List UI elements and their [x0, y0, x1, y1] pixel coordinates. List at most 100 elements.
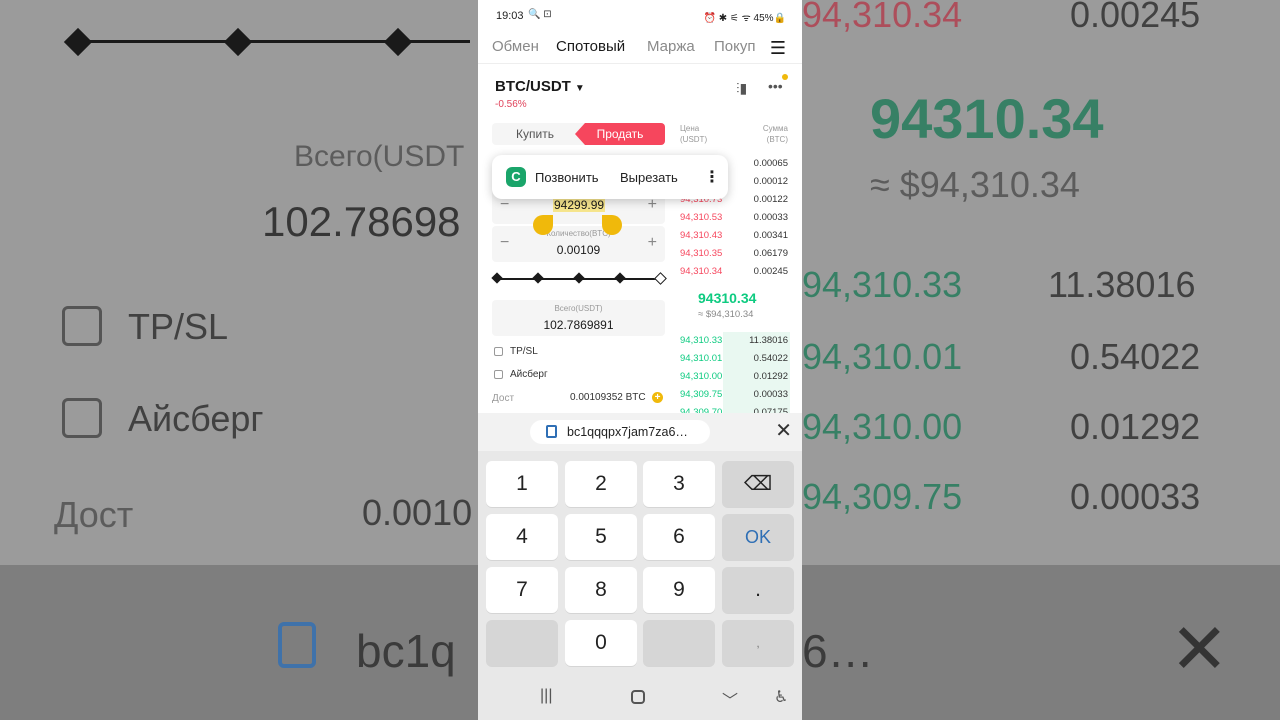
buy-sell-toggle: Купить Продать [492, 123, 665, 145]
close-icon[interactable]: ✕ [775, 420, 792, 442]
key-8[interactable]: 8 [565, 567, 637, 613]
bid-qty: 11.38016 [749, 335, 788, 346]
key-6[interactable]: 6 [643, 514, 715, 560]
background-avail-value: 0.0010 [362, 492, 473, 533]
mid-price: 94310.34 [698, 290, 757, 306]
background-bid-price: 94,309.75 [802, 476, 963, 517]
bid-price: 94,309.75 [680, 389, 723, 400]
background-bid-price: 94,310.33 [802, 264, 963, 305]
text-selection-popup: C Позвонить Вырезать ⋮ [492, 155, 728, 199]
bid-row[interactable]: 94,309.75 0.00033 [678, 386, 790, 404]
sell-button[interactable]: Продать [575, 123, 665, 145]
background-total-value: 102.78698 [262, 198, 461, 245]
ask-row[interactable]: 94,310.43 0.00341 [678, 227, 790, 245]
tab-spot[interactable]: Спотовый [556, 38, 625, 55]
slider-dot[interactable] [532, 272, 544, 284]
phone-screen: 19:03 🔍 ⊡ ⏰ ✱ ⚟ ᯤ 45%🔒 Обмен Спотовый Ма… [478, 0, 802, 720]
accessibility-icon[interactable]: ♿ [774, 687, 788, 707]
more-dots-icon[interactable]: ••• [768, 78, 783, 94]
pair-change: -0.56% [495, 99, 527, 110]
total-field[interactable]: Всего(USDT) 102.7869891 [492, 300, 665, 336]
ask-qty: 0.06179 [753, 248, 788, 259]
add-funds-icon[interactable]: + [652, 392, 663, 403]
percentage-slider[interactable] [491, 272, 667, 285]
quantity-label: Количество(BTC) [546, 229, 611, 238]
backspace-icon[interactable]: ⌫ [722, 461, 794, 507]
key-7[interactable]: 7 [486, 567, 558, 613]
ask-price: 94,310.43 [680, 230, 723, 241]
status-right-icons: ⏰ ✱ ⚟ ᯤ 45%🔒 [703, 13, 786, 24]
background-ask-qty: 0.00245 [1070, 0, 1201, 35]
selection-handle-left[interactable] [533, 215, 553, 235]
key-comma[interactable]: , [722, 620, 794, 666]
menu-icon[interactable]: ☰ [770, 38, 786, 59]
pair-name: BTC/USDT [495, 78, 571, 95]
key-9[interactable]: 9 [643, 567, 715, 613]
key-1[interactable]: 1 [486, 461, 558, 507]
selection-handle-right[interactable] [602, 215, 622, 235]
price-value[interactable]: 94299.99 [553, 198, 606, 212]
key-dot[interactable]: . [722, 567, 794, 613]
key-0[interactable]: 0 [565, 620, 637, 666]
key-4[interactable]: 4 [486, 514, 558, 560]
home-icon[interactable] [631, 690, 645, 704]
plus-icon[interactable]: + [648, 234, 657, 252]
tpsl-label: TP/SL [510, 346, 538, 357]
ask-row[interactable]: 94,310.34 0.00245 [678, 263, 790, 281]
cut-action[interactable]: Вырезать [620, 170, 678, 185]
background-bid-qty: 0.01292 [1070, 406, 1201, 447]
slider-end-dot[interactable] [654, 272, 667, 285]
orderbook-qty-header: Сумма (BTC) [762, 124, 788, 144]
pair-selector[interactable]: BTC/USDT ▼ [495, 78, 585, 95]
background-clip-tail: 6… [802, 625, 874, 677]
buy-button[interactable]: Купить [492, 123, 578, 145]
phone-app-icon: C [506, 167, 526, 187]
candlestick-chart-icon[interactable]: ⫶▮ [736, 80, 747, 97]
call-action[interactable]: Позвонить [535, 170, 599, 185]
ask-price: 94,310.53 [680, 212, 723, 223]
tab-buy-crypto[interactable]: Покуп [714, 38, 764, 55]
caret-down-icon: ▼ [574, 83, 585, 94]
ok-key[interactable]: OK [722, 514, 794, 560]
background-bid-qty: 0.54022 [1070, 336, 1201, 377]
bid-row[interactable]: 94,310.33 11.38016 [678, 332, 790, 350]
background-checkbox [62, 398, 102, 438]
iceberg-checkbox[interactable] [494, 370, 503, 379]
tab-margin[interactable]: Маржа [647, 38, 695, 55]
slider-dot[interactable] [573, 272, 585, 284]
key-3[interactable]: 3 [643, 461, 715, 507]
bid-price: 94,310.01 [680, 353, 723, 364]
background-mid-usd: ≈ $94,310.34 [870, 164, 1080, 205]
available-value: 0.00109352 BTC [570, 392, 646, 403]
ask-row[interactable]: 94,310.35 0.06179 [678, 245, 790, 263]
status-time: 19:03 [496, 10, 524, 22]
top-tabs: Обмен Спотовый Маржа Покуп ☰ [478, 34, 802, 64]
key-5[interactable]: 5 [565, 514, 637, 560]
background-bid-price: 94,310.00 [802, 406, 963, 447]
bid-row[interactable]: 94,310.01 0.54022 [678, 350, 790, 368]
mid-price-usd: ≈ $94,310.34 [698, 309, 754, 320]
ask-qty: 0.00065 [753, 158, 788, 169]
back-chevron-icon[interactable]: ﹀ [722, 687, 738, 711]
bid-row[interactable]: 94,310.00 0.01292 [678, 368, 790, 386]
background-bid-price: 94,310.01 [802, 336, 963, 377]
key-blank-right[interactable] [643, 620, 715, 666]
notification-dot [782, 74, 788, 80]
clipboard-suggestion[interactable]: bc1qqqpx7jam7za6… [530, 420, 710, 444]
quantity-value: 0.00109 [556, 243, 601, 257]
ask-row[interactable]: 94,310.53 0.00033 [678, 209, 790, 227]
slider-dot[interactable] [491, 272, 503, 284]
background-bid-qty: 0.00033 [1070, 476, 1201, 517]
tab-exchange[interactable]: Обмен [492, 38, 539, 55]
system-nav-bar: ||| ﹀ ♿ [478, 673, 802, 720]
background-avail-label: Дост [54, 494, 134, 535]
quantity-field[interactable]: − Количество(BTC) 0.00109 + [492, 226, 665, 262]
recent-apps-icon[interactable]: ||| [540, 687, 552, 705]
background-checkbox [62, 306, 102, 346]
more-vertical-icon[interactable]: ⋮ [704, 167, 720, 187]
total-value: 102.7869891 [543, 318, 614, 332]
slider-dot[interactable] [614, 272, 626, 284]
tpsl-checkbox[interactable] [494, 347, 503, 356]
key-2[interactable]: 2 [565, 461, 637, 507]
key-blank-left[interactable] [486, 620, 558, 666]
